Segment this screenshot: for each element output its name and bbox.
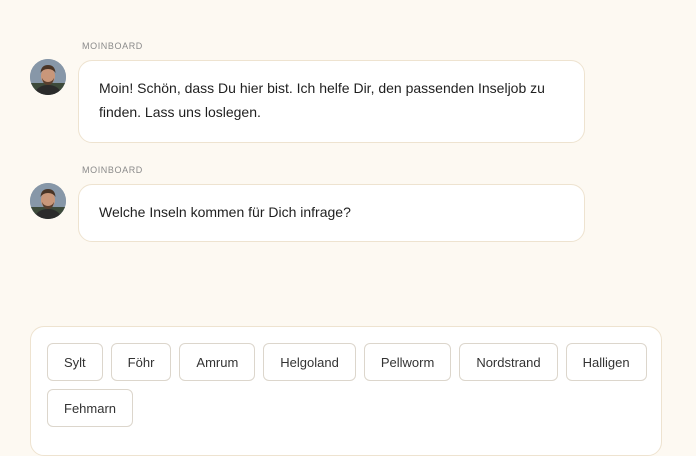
bot-message-bubble: Moin! Schön, dass Du hier bist. Ich helf… xyxy=(78,60,585,143)
island-choice-panel: Sylt Föhr Amrum Helgoland Pellworm Nords… xyxy=(30,326,662,456)
avatar-icon xyxy=(30,183,66,219)
choice-chip-sylt[interactable]: Sylt xyxy=(47,343,103,381)
bot-avatar xyxy=(30,59,66,95)
choice-chip-pellworm[interactable]: Pellworm xyxy=(363,343,452,381)
choice-chip-helgoland[interactable]: Helgoland xyxy=(263,343,356,381)
message-sender-label: MOINBOARD xyxy=(82,165,143,175)
choice-chip-nordstrand[interactable]: Nordstrand xyxy=(459,343,558,381)
choice-chip-halligen[interactable]: Halligen xyxy=(565,343,647,381)
bot-message-bubble: Welche Inseln kommen für Dich infrage? xyxy=(78,184,585,242)
avatar-icon xyxy=(30,59,66,95)
choice-chip-fehmarn[interactable]: Fehmarn xyxy=(47,389,134,427)
bot-avatar xyxy=(30,183,66,219)
choice-chip-foehr[interactable]: Föhr xyxy=(110,343,172,381)
choice-chip-amrum[interactable]: Amrum xyxy=(179,343,256,381)
message-sender-label: MOINBOARD xyxy=(82,41,143,51)
